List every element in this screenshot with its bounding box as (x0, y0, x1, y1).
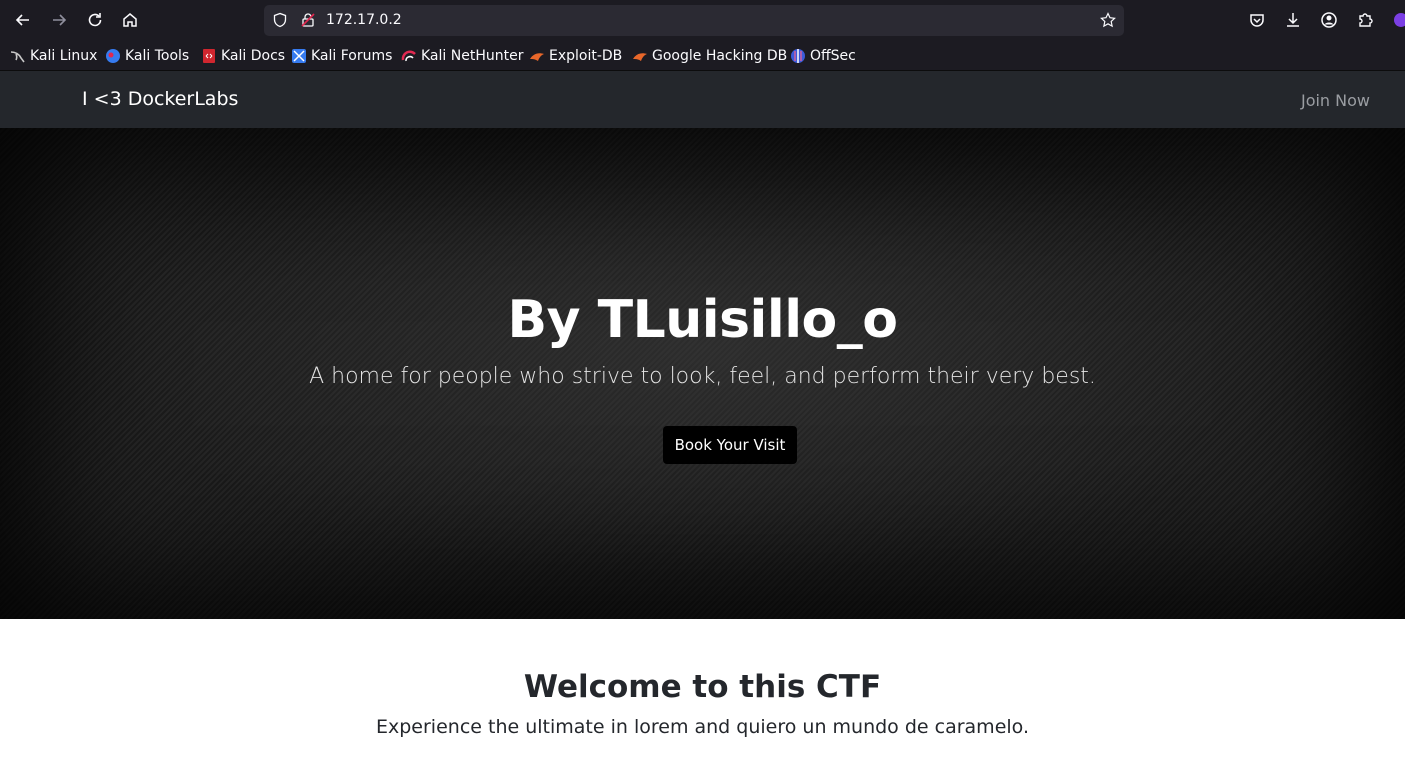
browser-toolbar: 172.17.0.2 (0, 0, 1405, 41)
book-visit-button[interactable]: Book Your Visit (663, 426, 797, 464)
bookmark-label: Kali Forums (311, 48, 393, 64)
kali-nethunter-icon (401, 50, 416, 62)
bookmark-kali-nethunter[interactable]: Kali NetHunter (401, 46, 523, 66)
url-text[interactable]: 172.17.0.2 (326, 12, 402, 28)
kali-tools-icon (106, 49, 120, 63)
bookmark-label: Kali Docs (221, 48, 286, 64)
bookmark-star-icon[interactable] (1099, 11, 1117, 29)
hero-subtitle: A home for people who strive to look, fe… (309, 364, 1096, 389)
home-button[interactable] (116, 6, 144, 34)
bookmark-kali-forums[interactable]: Kali Forums (291, 46, 392, 66)
bookmark-google-hacking-db[interactable]: Google Hacking DB (632, 46, 787, 66)
site-navbar: I <3 DockerLabs Join Now (0, 71, 1405, 128)
back-button[interactable] (9, 6, 37, 34)
exploit-db-icon (530, 53, 544, 61)
ghdb-icon (633, 53, 647, 61)
account-icon (1321, 12, 1337, 28)
home-icon (123, 13, 137, 27)
forward-button[interactable] (45, 6, 73, 34)
extension-purple-icon (1394, 13, 1405, 27)
bookmark-exploit-db[interactable]: Exploit-DB (529, 46, 622, 66)
forward-arrow-icon (53, 14, 67, 26)
welcome-title: Welcome to this CTF (523, 669, 882, 705)
site-brand[interactable]: I <3 DockerLabs (82, 88, 238, 110)
pocket-button[interactable] (1243, 6, 1271, 34)
bookmark-label: Google Hacking DB (652, 48, 788, 64)
insecure-lock-icon[interactable] (299, 11, 317, 29)
kali-forums-icon (292, 49, 306, 63)
hero-title: By TLuisillo_o (507, 290, 898, 350)
offsec-icon (791, 49, 805, 63)
bookmarks-bar: Kali Linux Kali Tools Kali Docs Kali For… (0, 41, 1405, 71)
bookmark-kali-docs[interactable]: Kali Docs (201, 46, 285, 66)
shield-icon[interactable] (271, 11, 289, 29)
reload-icon (88, 13, 102, 27)
puzzle-icon (1359, 13, 1373, 27)
downloads-button[interactable] (1279, 6, 1307, 34)
bookmark-kali-linux[interactable]: Kali Linux (10, 46, 97, 66)
bookmark-label: Kali Linux (30, 48, 98, 64)
pocket-icon (1250, 14, 1264, 27)
join-now-link[interactable]: Join Now (1301, 91, 1370, 110)
kali-docs-icon (203, 49, 215, 63)
bookmark-label: Kali NetHunter (421, 48, 524, 64)
extensions-button[interactable] (1351, 6, 1379, 34)
bookmark-label: Exploit-DB (549, 48, 623, 64)
web-page: I <3 DockerLabs Join Now By TLuisillo_o … (0, 71, 1405, 771)
bookmark-label: Kali Tools (125, 48, 190, 64)
account-button[interactable] (1315, 6, 1343, 34)
welcome-text: Experience the ultimate in lorem and qui… (376, 716, 1029, 738)
download-icon (1287, 13, 1299, 27)
bookmark-kali-tools[interactable]: Kali Tools (105, 46, 189, 66)
bookmark-label: OffSec (810, 48, 856, 64)
url-bar[interactable]: 172.17.0.2 (264, 5, 1124, 36)
reload-button[interactable] (81, 6, 109, 34)
extension-purple-button[interactable] (1387, 6, 1405, 34)
bookmark-offsec[interactable]: OffSec (790, 46, 856, 66)
hero-section: By TLuisillo_o A home for people who str… (0, 128, 1405, 619)
kali-dragon-icon (10, 51, 25, 63)
back-arrow-icon (15, 14, 29, 26)
